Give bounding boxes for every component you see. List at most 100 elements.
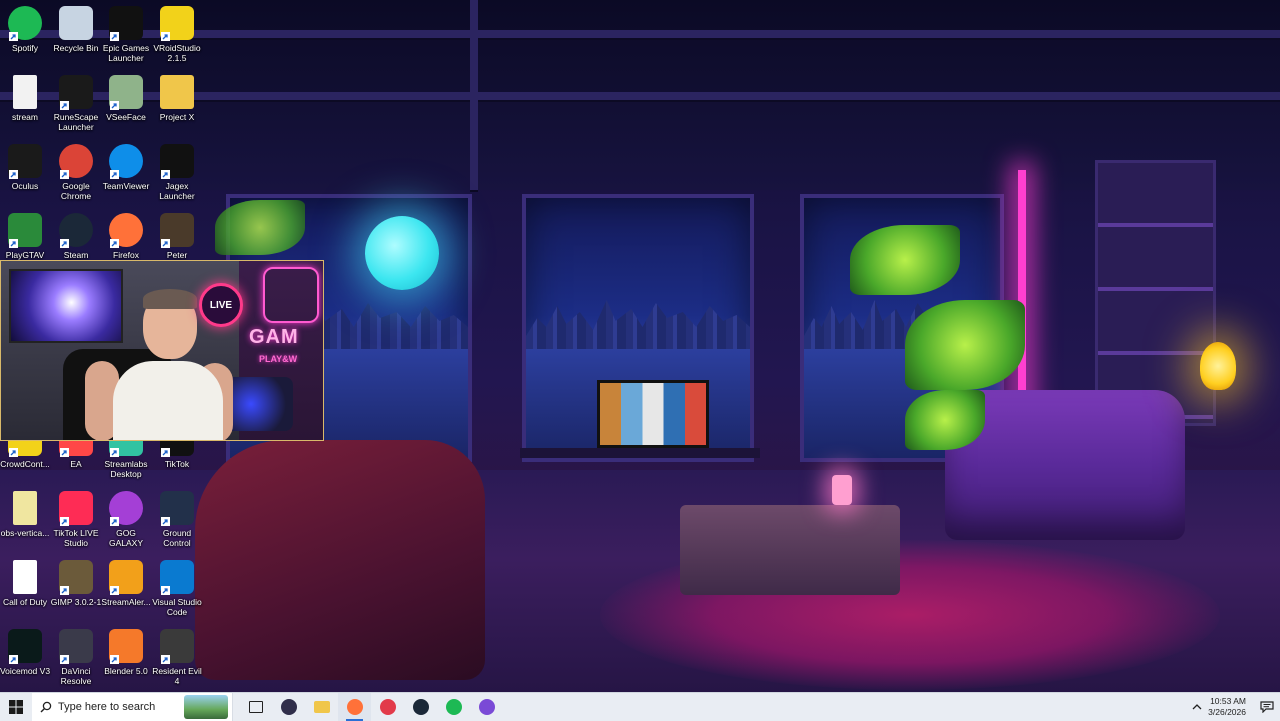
taskbar-file-explorer-button[interactable] (305, 693, 338, 721)
desktop-icon-label: RuneScape Launcher (53, 112, 99, 132)
start-button[interactable] (0, 693, 32, 721)
desktop-icon-label: TeamViewer (102, 181, 150, 191)
shortcut-arrow-icon (9, 655, 18, 664)
desktop-icon[interactable]: Epic Games Launcher (101, 6, 151, 63)
desktop-icon[interactable]: Recycle Bin (51, 6, 101, 53)
desktop-icon[interactable]: Steam (51, 213, 101, 260)
shortcut-arrow-icon (110, 586, 119, 595)
desktop-icon[interactable]: TikTok LIVE Studio (51, 491, 101, 548)
shortcut-arrow-icon (161, 586, 170, 595)
desktop-icon-label: Steam (63, 250, 89, 260)
taskbar: Type here to search 10:53 AM 3/26/2026 (0, 692, 1280, 721)
desktop-icon-label: DaVinci Resolve (60, 666, 92, 686)
shortcut-arrow-icon (161, 239, 170, 248)
shortcut-arrow-icon (110, 448, 119, 457)
desktop-icon[interactable]: Firefox (101, 213, 151, 260)
search-icon (40, 701, 52, 713)
desktop-icon-label: Project X (159, 112, 195, 122)
desktop-icon[interactable]: stream (0, 75, 50, 122)
shortcut-arrow-icon (60, 517, 69, 526)
desktop-icon[interactable]: DaVinci Resolve (51, 629, 101, 686)
shortcut-arrow-icon (161, 448, 170, 457)
wallpaper-plant (215, 200, 305, 255)
taskbar-spotify-button[interactable] (437, 693, 470, 721)
desktop-icon[interactable]: Google Chrome (51, 144, 101, 201)
wallpaper-moon (365, 216, 439, 290)
webcam-neon-subtext: PLAY&W (259, 354, 298, 364)
shortcut-arrow-icon (110, 32, 119, 41)
live-badge: LIVE (199, 283, 243, 327)
taskbar-obs-button[interactable] (272, 693, 305, 721)
taskbar-pinned-apps (239, 693, 503, 721)
search-placeholder: Type here to search (58, 701, 156, 713)
folder-icon (160, 75, 194, 109)
desktop-icon-label: Spotify (12, 43, 38, 53)
desktop-icon[interactable]: PlayGTAV (0, 213, 50, 260)
show-hidden-icons-button[interactable] (1186, 693, 1208, 721)
webcam-console (223, 377, 293, 431)
chevron-up-icon (1192, 704, 1202, 710)
task-view-icon (248, 701, 263, 713)
desktop-icon-label: EA (70, 459, 82, 469)
webcam-overlay: GAM PLAY&W LIVE (0, 260, 324, 441)
wallpaper-armchair (195, 440, 485, 680)
file-icon (13, 491, 37, 525)
desktop-icon[interactable]: Spotify (0, 6, 50, 53)
desktop-icon-label: Firefox (113, 250, 139, 260)
desktop-icon[interactable]: Call of Duty (0, 560, 50, 607)
desktop-icon[interactable]: VRoidStudio 2.1.5 (152, 6, 202, 63)
shortcut-arrow-icon (161, 655, 170, 664)
webcam-neon-fist (263, 267, 319, 323)
desktop-icon-label: VSeeFace (106, 112, 146, 122)
chat-icon (478, 699, 495, 715)
desktop-icon[interactable]: Peter (152, 213, 202, 260)
clock-date: 3/26/2026 (1208, 707, 1246, 717)
shortcut-arrow-icon (60, 448, 69, 457)
desktop-icon-label: Call of Duty (3, 597, 47, 607)
desktop-icon[interactable]: Visual Studio Code (152, 560, 202, 617)
desktop-icon-label: CrowdCont... (0, 459, 50, 469)
webcam-person-hair (143, 289, 197, 309)
taskbar-firefox-button[interactable] (338, 693, 371, 721)
desktop-icon[interactable]: Resident Evil 4 (152, 629, 202, 686)
spotify-icon (445, 699, 462, 715)
desktop-icon[interactable]: RuneScape Launcher (51, 75, 101, 132)
desktop-icon[interactable]: Ground Control (152, 491, 202, 548)
file-icon (13, 560, 37, 594)
taskbar-app-red-button[interactable] (371, 693, 404, 721)
taskbar-task-view-button[interactable] (239, 693, 272, 721)
system-tray: 10:53 AM 3/26/2026 (1186, 693, 1280, 721)
desktop-icon-label: Oculus (11, 181, 39, 191)
desktop-icon[interactable]: Blender 5.0 (101, 629, 151, 676)
desktop-icon[interactable]: Project X (152, 75, 202, 122)
desktop-icon-label: VRoidStudio 2.1.5 (153, 43, 201, 63)
desktop-icon[interactable]: obs-vertica... (0, 491, 50, 538)
taskbar-search-box[interactable]: Type here to search (32, 693, 233, 721)
shortcut-arrow-icon (161, 170, 170, 179)
desktop-icon-label: TikTok (164, 459, 190, 469)
shortcut-arrow-icon (60, 655, 69, 664)
desktop-icon[interactable]: Voicemod V3 (0, 629, 50, 676)
taskbar-clock[interactable]: 10:53 AM 3/26/2026 (1208, 696, 1246, 718)
desktop-icon-label: GOG GALAXY (108, 528, 144, 548)
desktop-icon[interactable]: GOG GALAXY (101, 491, 151, 548)
notification-center-button[interactable] (1254, 693, 1280, 721)
desktop-icon[interactable]: TeamViewer (101, 144, 151, 191)
desktop-icon[interactable]: GIMP 3.0.2-1 (51, 560, 101, 607)
file-icon (13, 75, 37, 109)
taskbar-steam-button[interactable] (404, 693, 437, 721)
desktop-icon-label: Resident Evil 4 (152, 666, 202, 686)
taskbar-discord-app-button[interactable] (470, 693, 503, 721)
desktop-icon[interactable]: Oculus (0, 144, 50, 191)
wallpaper-desk (520, 448, 760, 458)
shortcut-arrow-icon (9, 448, 18, 457)
desktop-icon[interactable]: StreamAler... (101, 560, 151, 607)
desktop-icon-label: Peter (166, 250, 188, 260)
wallpaper-neon-strip (1018, 170, 1026, 420)
folder-icon (313, 701, 330, 713)
desktop-icon-label: obs-vertica... (0, 528, 50, 538)
desktop-icon-label: Streamlabs Desktop (104, 459, 148, 479)
desktop-icon[interactable]: Jagex Launcher (152, 144, 202, 201)
desktop-icon-label: Google Chrome (60, 181, 92, 201)
desktop-icon[interactable]: VSeeFace (101, 75, 151, 122)
